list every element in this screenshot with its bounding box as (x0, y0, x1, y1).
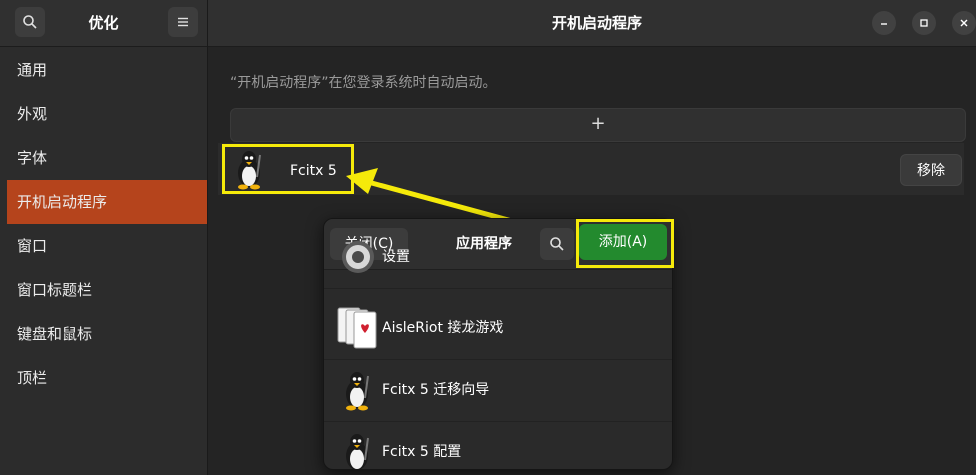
highlight-box-add (576, 219, 674, 268)
list-item[interactable]: AisleRiot 接龙游戏 (324, 297, 672, 360)
playing-cards-icon (337, 307, 377, 349)
settings-gear-icon (342, 241, 374, 273)
app-list: 设置 AisleRiot 接龙游戏 Fcitx 5 迁移向导 Fcitx 5 配… (324, 241, 672, 469)
tweaks-window: 优化 通用 外观 字体 开机启动程序 窗口 窗口标题栏 键盘和鼠标 顶栏 开机启… (0, 0, 976, 475)
tux-icon (346, 434, 369, 469)
list-item[interactable]: Fcitx 5 迁移向导 (324, 359, 672, 422)
tux-icon (346, 372, 369, 411)
app-name: AisleRiot 接龙游戏 (382, 320, 504, 336)
app-name: Fcitx 5 配置 (382, 444, 462, 460)
list-item[interactable]: Fcitx 5 配置 (324, 421, 672, 469)
app-name: 设置 (382, 249, 410, 265)
app-name: Fcitx 5 迁移向导 (382, 382, 490, 398)
